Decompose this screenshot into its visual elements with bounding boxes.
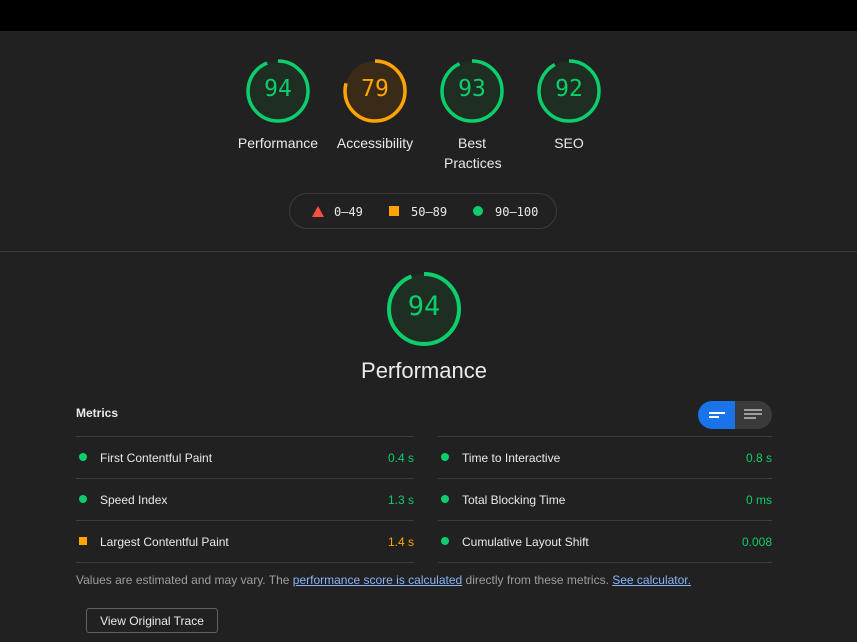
summary-view-icon <box>709 412 725 418</box>
section-title: Performance <box>361 358 487 383</box>
metric-value: 0.008 <box>741 535 772 549</box>
metric-row: Cumulative Layout Shift 0.008 <box>438 520 772 563</box>
metric-name: First Contentful Paint <box>100 451 213 465</box>
gauge-best-practices[interactable]: 93 Best Practices <box>430 58 514 171</box>
main-score: 94 <box>407 291 441 322</box>
list-view-icon <box>744 409 762 419</box>
metric-row: First Contentful Paint 0.4 s <box>76 436 414 478</box>
legend-pass-range: 90–100 <box>495 205 539 219</box>
square-icon <box>389 206 399 216</box>
metric-value: 0.4 s <box>387 451 414 465</box>
gauge-accessibility[interactable]: 79 Accessibility <box>327 58 423 151</box>
note-prefix: Values are estimated and may vary. The <box>76 573 293 587</box>
triangle-icon <box>312 206 324 217</box>
metric-value: 1.3 s <box>387 493 414 507</box>
pass-circle-icon <box>441 495 449 503</box>
metric-name: Total Blocking Time <box>462 493 566 507</box>
expanded-view-button[interactable] <box>735 401 772 429</box>
metric-row: Time to Interactive 0.8 s <box>438 436 772 478</box>
metrics-view-toggle <box>698 401 772 429</box>
main-performance-gauge: 94 <box>386 271 462 347</box>
metric-name: Cumulative Layout Shift <box>462 535 589 549</box>
pass-circle-icon <box>79 495 87 503</box>
gauge-score: 92 <box>555 76 583 102</box>
metrics-column-left: First Contentful Paint 0.4 s Speed Index… <box>76 436 414 563</box>
gauge-label: Best Practices <box>444 135 502 171</box>
pass-circle-icon <box>79 453 87 461</box>
metric-name: Speed Index <box>100 493 168 507</box>
note-middle: directly from these metrics. <box>462 573 613 587</box>
gauge-score: 93 <box>458 76 486 102</box>
gauge-label: Accessibility <box>336 135 414 151</box>
section-divider <box>0 251 857 252</box>
gauge-seo[interactable]: 92 SEO <box>521 58 617 151</box>
metric-name: Time to Interactive <box>462 451 561 465</box>
circle-icon <box>473 206 483 216</box>
legend-average-range: 50–89 <box>411 205 448 219</box>
gauge-performance[interactable]: 94 Performance <box>230 58 326 151</box>
metric-value: 0 ms <box>745 493 772 507</box>
metrics-column-right: Time to Interactive 0.8 s Total Blocking… <box>438 436 772 563</box>
pass-circle-icon <box>441 537 449 545</box>
metric-value: 1.4 s <box>387 535 414 549</box>
gauge-score: 94 <box>264 76 292 102</box>
top-bar <box>0 0 857 31</box>
average-square-icon <box>79 537 87 545</box>
see-calculator-link[interactable]: See calculator. <box>612 573 691 587</box>
compact-view-button[interactable] <box>698 401 735 429</box>
legend-fail-range: 0–49 <box>334 205 363 219</box>
pass-circle-icon <box>441 453 449 461</box>
metric-value: 0.8 s <box>745 451 772 465</box>
metrics-heading: Metrics <box>76 406 119 420</box>
metric-row: Total Blocking Time 0 ms <box>438 478 772 520</box>
gauge-label: Performance <box>237 135 319 151</box>
metric-row: Largest Contentful Paint 1.4 s <box>76 520 414 563</box>
metrics-disclaimer: Values are estimated and may vary. The p… <box>76 573 691 587</box>
view-original-trace-button[interactable]: View Original Trace <box>86 608 218 633</box>
metric-name: Largest Contentful Paint <box>100 535 229 549</box>
score-legend: 0–49 50–89 90–100 <box>289 193 557 229</box>
score-calculated-link[interactable]: performance score is calculated <box>293 573 462 587</box>
metric-row: Speed Index 1.3 s <box>76 478 414 520</box>
gauge-score: 79 <box>361 76 389 102</box>
gauge-label: SEO <box>554 135 584 151</box>
